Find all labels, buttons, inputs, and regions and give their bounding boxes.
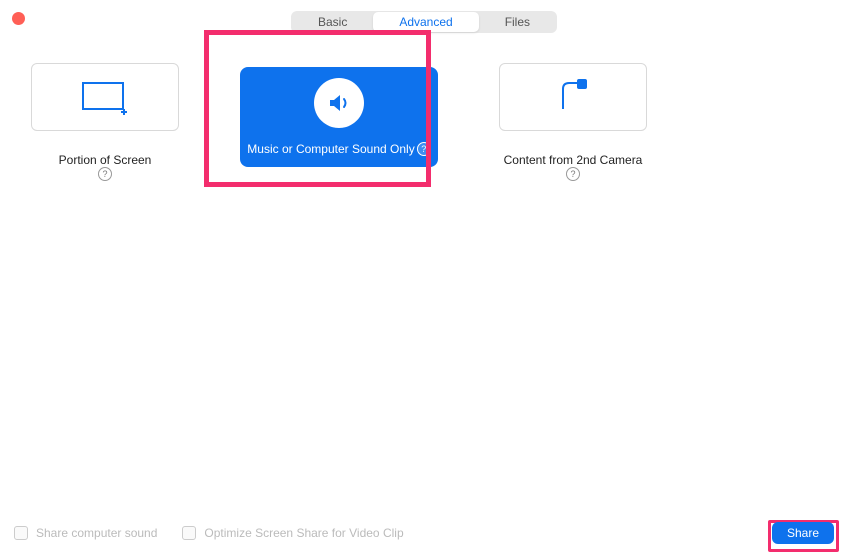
tab-group: Basic Advanced Files	[291, 11, 557, 33]
close-window-button[interactable]	[12, 12, 25, 25]
music-sound-label: Music or Computer Sound Only ?	[247, 142, 430, 156]
speaker-icon-circle	[314, 78, 364, 128]
share-options-row: Portion of Screen ? Music or Computer So…	[0, 33, 848, 211]
help-icon[interactable]: ?	[98, 167, 112, 181]
optimize-video-label: Optimize Screen Share for Video Clip	[204, 526, 403, 540]
help-icon[interactable]: ?	[566, 167, 580, 181]
help-icon[interactable]: ?	[417, 142, 431, 156]
option-portion-of-screen[interactable]: Portion of Screen ?	[0, 63, 210, 203]
second-camera-label: Content from 2nd Camera	[504, 153, 643, 167]
share-sound-label: Share computer sound	[36, 526, 157, 540]
second-camera-thumbnail	[499, 63, 647, 131]
optimize-video-checkbox-group[interactable]: Optimize Screen Share for Video Clip	[182, 526, 403, 540]
tab-files[interactable]: Files	[479, 12, 556, 32]
share-button[interactable]: Share	[772, 522, 834, 544]
second-camera-icon	[553, 77, 593, 117]
option-second-camera[interactable]: Content from 2nd Camera ?	[468, 63, 678, 203]
speaker-icon	[326, 90, 352, 116]
tab-advanced[interactable]: Advanced	[373, 12, 478, 32]
footer-bar: Share computer sound Optimize Screen Sha…	[0, 520, 848, 546]
share-sound-checkbox-group[interactable]: Share computer sound	[14, 526, 157, 540]
portion-of-screen-icon	[81, 79, 129, 115]
music-sound-label-text: Music or Computer Sound Only	[247, 142, 414, 156]
optimize-video-checkbox[interactable]	[182, 526, 196, 540]
share-sound-checkbox[interactable]	[14, 526, 28, 540]
tabs-container: Basic Advanced Files	[0, 0, 848, 33]
music-sound-thumbnail: Music or Computer Sound Only ?	[240, 67, 438, 167]
portion-of-screen-thumbnail	[31, 63, 179, 131]
tab-basic[interactable]: Basic	[292, 12, 373, 32]
portion-of-screen-label: Portion of Screen	[59, 153, 152, 167]
option-music-or-sound[interactable]: Music or Computer Sound Only ?	[230, 63, 448, 211]
